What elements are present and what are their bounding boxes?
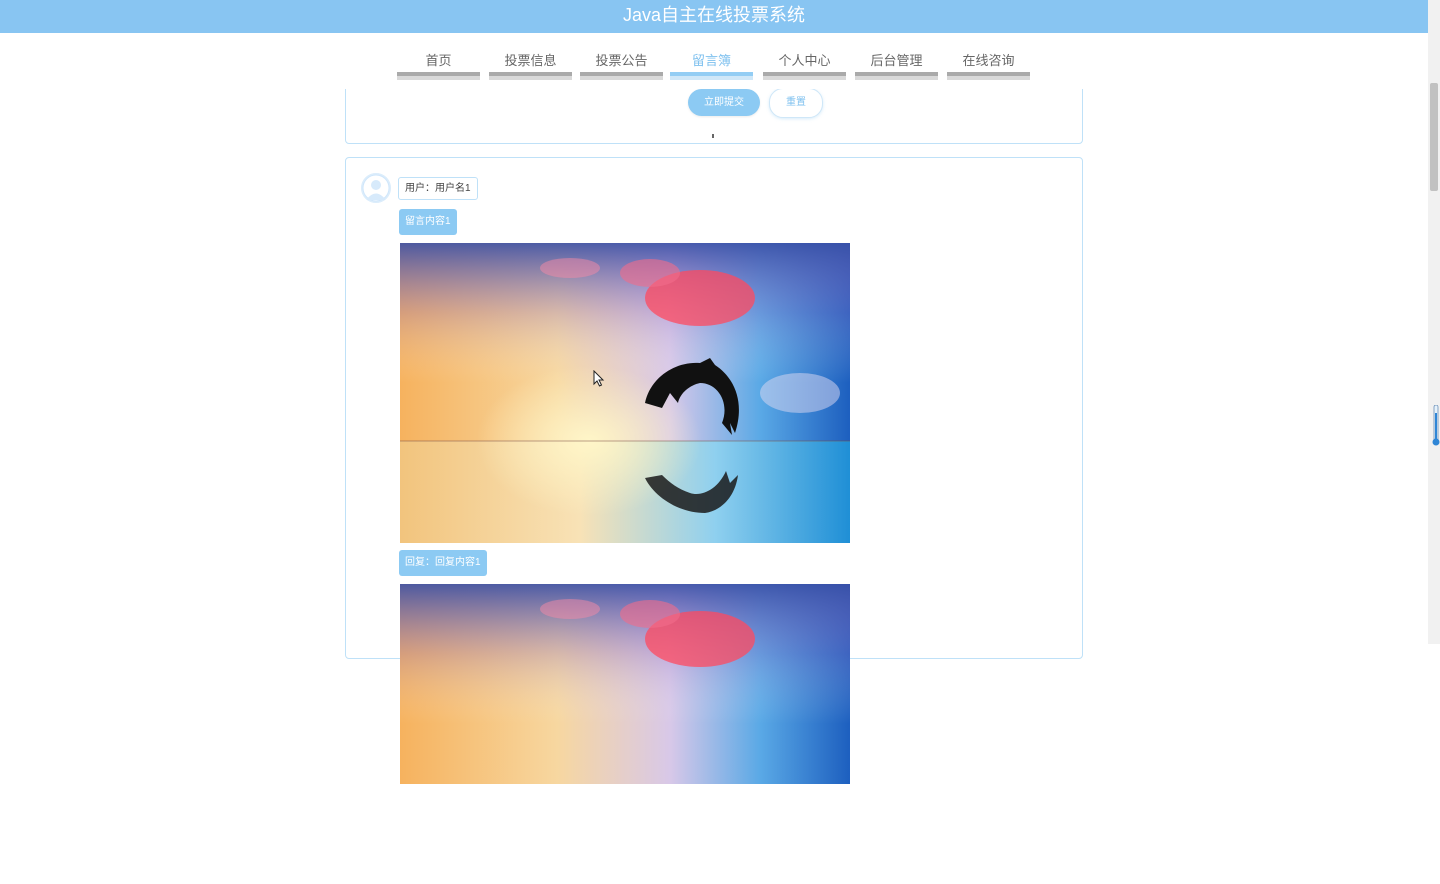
site-header: Java自主在线投票系统	[0, 0, 1428, 33]
scrollbar-thumb[interactable]	[1430, 83, 1438, 191]
nav-admin[interactable]: 后台管理	[855, 33, 938, 81]
message-image	[400, 243, 850, 543]
message-content: 留言内容1	[399, 209, 457, 235]
nav-vote-notice-label: 投票公告	[595, 53, 648, 68]
nav-underline	[947, 72, 1030, 80]
main-nav: 首页 投票信息 投票公告 留言簿 个人中心 后台管理 在线咨询	[0, 33, 1428, 89]
message-reply: 回复：回复内容1	[399, 550, 487, 576]
nav-vote-info[interactable]: 投票信息	[489, 33, 572, 81]
nav-underline	[489, 72, 572, 80]
nav-underline	[855, 72, 938, 80]
nav-underline	[763, 72, 846, 80]
nav-personal-center-label: 个人中心	[778, 53, 831, 68]
nav-vote-notice[interactable]: 投票公告	[580, 33, 663, 81]
mouse-cursor-icon	[593, 369, 605, 388]
submit-button[interactable]: 立即提交	[688, 89, 760, 116]
nav-admin-label: 后台管理	[870, 53, 923, 68]
message-user-label: 用户：用户名1	[398, 177, 478, 200]
site-title: Java自主在线投票系统	[622, 5, 806, 25]
user-avatar-icon	[361, 173, 391, 203]
nav-home-label: 首页	[425, 53, 452, 68]
thermometer-icon[interactable]	[1432, 404, 1440, 447]
nav-online-consult[interactable]: 在线咨询	[947, 33, 1030, 81]
reset-button[interactable]: 重置	[769, 88, 823, 118]
nav-guestbook-label: 留言簿	[691, 53, 731, 68]
reply-image	[400, 584, 850, 884]
text-caret	[712, 134, 714, 138]
nav-personal-center[interactable]: 个人中心	[763, 33, 846, 81]
nav-guestbook[interactable]: 留言簿	[670, 33, 753, 81]
nav-underline	[397, 72, 480, 80]
nav-underline	[580, 72, 663, 80]
nav-underline	[670, 72, 753, 80]
nav-online-consult-label: 在线咨询	[962, 53, 1015, 68]
nav-vote-info-label: 投票信息	[504, 53, 557, 68]
nav-home[interactable]: 首页	[397, 33, 480, 81]
